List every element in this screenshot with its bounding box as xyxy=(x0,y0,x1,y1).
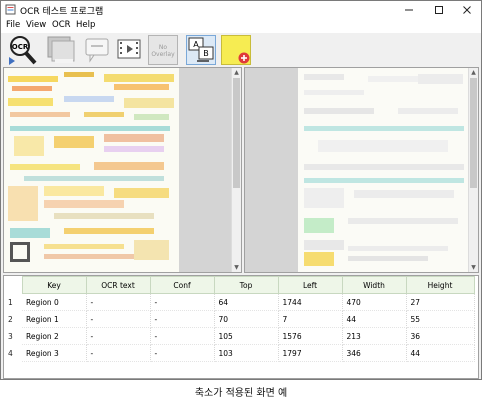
table-cell[interactable]: 346 xyxy=(342,344,407,362)
region-icon xyxy=(47,36,75,63)
add-region-button[interactable] xyxy=(221,35,251,65)
scroll-up-icon[interactable]: ▲ xyxy=(232,68,241,77)
table-cell[interactable]: 64 xyxy=(214,293,279,311)
menu-file[interactable]: File xyxy=(6,20,20,30)
table-row[interactable]: 3 Region 2- -105 1576 213 36 xyxy=(4,327,475,345)
table-cell[interactable]: 7 xyxy=(278,310,343,328)
toolbar: OCR No Overlay A B xyxy=(1,33,481,67)
no-overlay-line1: No xyxy=(158,44,168,51)
table-cell[interactable]: 105 xyxy=(214,327,279,345)
row-number: 3 xyxy=(8,331,13,341)
table-cell[interactable]: - xyxy=(86,327,151,345)
table-cell[interactable]: 103 xyxy=(214,344,279,362)
table-row[interactable]: 2 Region 1- -70 7 44 55 xyxy=(4,310,475,328)
table-cell[interactable]: - xyxy=(150,310,215,328)
ocr-text-button[interactable] xyxy=(85,35,115,65)
table-cell[interactable]: 470 xyxy=(342,293,407,311)
results-grid: Key OCR text Conf Top Left Width Height … xyxy=(3,275,479,379)
table-body: 1 Region 0- -64 1744 470 27 2 Region 1- -70 7 44 55… xyxy=(4,293,475,362)
minimize-button[interactable] xyxy=(395,1,423,19)
table-cell[interactable]: 1797 xyxy=(278,344,343,362)
scroll-thumb[interactable] xyxy=(233,78,240,188)
minimize-icon xyxy=(405,9,413,11)
video-icon xyxy=(117,39,141,59)
window-title: OCR 테스트 프로그램 xyxy=(20,7,104,17)
menu-help[interactable]: Help xyxy=(76,20,95,30)
scroll-up-icon[interactable]: ▲ xyxy=(469,68,478,77)
menu-bar: File View OCR Help xyxy=(1,19,481,33)
table-cell[interactable]: 70 xyxy=(214,310,279,328)
menu-ocr[interactable]: OCR xyxy=(52,20,71,30)
video-button[interactable] xyxy=(117,35,147,65)
table-cell[interactable]: - xyxy=(86,293,151,311)
right-document-image xyxy=(298,68,469,272)
table-row[interactable]: 4 Region 3- -103 1797 346 44 xyxy=(4,344,475,362)
scroll-down-icon[interactable]: ▼ xyxy=(232,263,241,272)
right-image-pane[interactable]: ▲ ▼ xyxy=(244,67,479,273)
left-vertical-scrollbar[interactable]: ▲ ▼ xyxy=(231,68,241,272)
table-cell[interactable]: Region 1 xyxy=(22,310,87,328)
screenshot: OCR 테스트 프로그램 File View OCR Help OCR No O… xyxy=(0,0,482,406)
table-cell[interactable]: 1576 xyxy=(278,327,343,345)
close-icon xyxy=(463,6,471,14)
column-header-key[interactable]: Key xyxy=(21,276,87,294)
scroll-down-icon[interactable]: ▼ xyxy=(469,263,478,272)
table-cell[interactable]: Region 0 xyxy=(22,293,87,311)
region-tool-button[interactable] xyxy=(47,35,77,65)
corner-cell xyxy=(4,276,22,294)
column-header-ocr-text[interactable]: OCR text xyxy=(85,276,151,294)
no-overlay-label: No Overlay xyxy=(149,44,177,58)
column-header-conf[interactable]: Conf xyxy=(149,276,215,294)
figure-caption: 축소가 적용된 화면 예 xyxy=(194,388,288,399)
no-overlay-button[interactable]: No Overlay xyxy=(148,35,178,65)
speech-bubble-icon xyxy=(85,38,109,63)
app-window: OCR 테스트 프로그램 File View OCR Help OCR No O… xyxy=(0,0,482,380)
title-bar: OCR 테스트 프로그램 xyxy=(1,1,481,19)
compare-b-label: B xyxy=(203,49,209,58)
table-cell[interactable]: 44 xyxy=(342,310,407,328)
table-row[interactable]: 1 Region 0- -64 1744 470 27 xyxy=(4,293,475,311)
table-cell[interactable]: 213 xyxy=(342,327,407,345)
maximize-button[interactable] xyxy=(425,1,453,19)
row-number: 2 xyxy=(8,314,13,324)
no-overlay-line2: Overlay xyxy=(151,51,175,58)
table-cell[interactable]: - xyxy=(86,310,151,328)
column-header-top[interactable]: Top xyxy=(213,276,279,294)
table-cell[interactable]: 44 xyxy=(406,344,475,362)
table-header-row: Key OCR text Conf Top Left Width Height xyxy=(4,276,475,294)
row-number: 1 xyxy=(8,297,13,307)
column-header-left[interactable]: Left xyxy=(277,276,343,294)
table-cell[interactable]: 27 xyxy=(406,293,475,311)
right-vertical-scrollbar[interactable]: ▲ ▼ xyxy=(468,68,478,272)
left-image-pane[interactable]: ▲ ▼ xyxy=(3,67,242,273)
table-cell[interactable]: 1744 xyxy=(278,293,343,311)
column-header-height[interactable]: Height xyxy=(405,276,475,294)
add-icon xyxy=(238,52,250,64)
left-document-image xyxy=(4,68,179,272)
compare-a-label: A xyxy=(193,40,199,49)
app-icon xyxy=(5,4,16,15)
ocr-magnifier-icon: OCR xyxy=(9,36,37,65)
ocr-run-button[interactable]: OCR xyxy=(7,35,37,65)
maximize-icon xyxy=(435,6,443,14)
close-button[interactable] xyxy=(453,1,481,19)
table-cell[interactable]: 55 xyxy=(406,310,475,328)
table-cell[interactable]: - xyxy=(150,293,215,311)
table-cell[interactable]: Region 2 xyxy=(22,327,87,345)
compare-ab-icon: A B xyxy=(188,37,214,62)
table-cell[interactable]: Region 3 xyxy=(22,344,87,362)
menu-view[interactable]: View xyxy=(26,20,46,30)
table-cell[interactable]: 36 xyxy=(406,327,475,345)
row-number: 4 xyxy=(8,348,13,358)
ocr-icon-label: OCR xyxy=(12,43,29,51)
image-panes: ▲ ▼ ▲ ▼ xyxy=(3,67,479,273)
table-cell[interactable]: - xyxy=(150,344,215,362)
scroll-thumb[interactable] xyxy=(470,78,477,188)
compare-view-button[interactable]: A B xyxy=(186,35,216,65)
table-cell[interactable]: - xyxy=(150,327,215,345)
column-header-width[interactable]: Width xyxy=(341,276,407,294)
results-table: Key OCR text Conf Top Left Width Height … xyxy=(4,276,475,362)
table-cell[interactable]: - xyxy=(86,344,151,362)
